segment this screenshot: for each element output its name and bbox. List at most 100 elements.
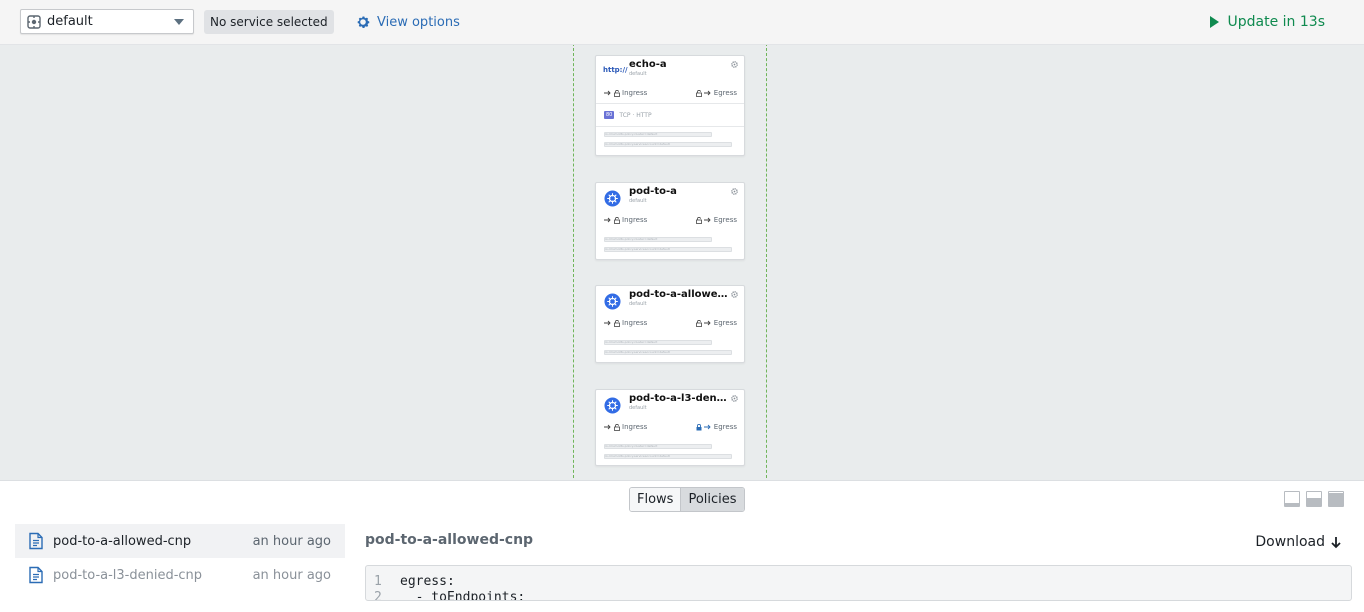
egress-indicator: Egress [695,216,737,224]
view-options-button[interactable]: View options [355,11,460,33]
policy-time: an hour ago [252,533,331,549]
arrow-right-icon [703,320,711,326]
unlock-icon [614,89,620,97]
ingress-indicator: Ingress [604,216,647,224]
label-chip: io.cilium.k8s.policy.cluster=default [604,444,712,449]
port-badge: 80 [604,111,615,119]
card-title: pod-to-a [629,186,677,197]
gear-icon [355,14,371,30]
card-labels: io.cilium.k8s.policy.cluster=default io.… [596,127,744,157]
play-icon [1209,16,1219,28]
card-labels: io.cilium.k8s.policy.cluster=default io.… [596,228,744,262]
unlock-icon [614,423,620,431]
egress-indicator: Egress [695,89,737,97]
label-chip: io.cilium.k8s.policy.serviceaccount=defa… [604,142,732,147]
card-namespace: default [629,405,647,411]
details-panel: Flows Policies pod-to-a-allowed-cnp an h… [0,480,1364,612]
namespace-icon [27,14,41,29]
code-text: - toEndpoints: [400,589,526,601]
panel-large-icon[interactable] [1328,491,1344,507]
card-namespace: default [629,301,647,307]
policy-list: pod-to-a-allowed-cnp an hour ago pod-to-… [15,524,345,592]
card-namespace: default [629,198,647,204]
card-title: pod-to-a-allowed-… [629,289,729,300]
top-bar: default No service selected View options… [0,0,1364,45]
gear-icon[interactable] [731,188,738,195]
unlock-icon [695,89,702,97]
service-card-pod-to-a-allowed[interactable]: pod-to-a-allowed-… default Ingress Egres… [595,285,745,363]
gear-icon[interactable] [731,395,738,402]
unlock-icon [695,216,702,224]
arrow-right-icon [604,320,611,326]
arrow-right-icon [703,217,711,223]
ingress-indicator: Ingress [604,319,647,327]
service-map[interactable]: http:// echo-a default Ingress Egress 80… [0,45,1364,480]
view-options-label: View options [377,14,460,30]
arrow-right-icon [604,90,611,96]
arrow-right-icon [703,424,711,430]
egress-indicator: Egress [696,423,737,431]
panel-medium-icon[interactable] [1306,491,1322,507]
egress-indicator: Egress [695,319,737,327]
kubernetes-icon [604,293,621,310]
arrow-down-icon [1330,536,1342,549]
chevron-down-icon [174,18,184,25]
protocol-row: 80 TCP · HTTP [596,103,744,127]
label-chip: io.cilium.k8s.policy.cluster=default [604,132,712,137]
unlock-icon [614,319,620,327]
policy-time: an hour ago [252,567,331,583]
code-text: egress: [400,573,455,589]
kubernetes-icon [604,397,621,414]
card-title: pod-to-a-l3-denie… [629,393,729,404]
namespace-value: default [47,14,93,29]
line-number: 1 [374,573,382,589]
card-namespace: default [629,71,647,77]
update-button[interactable]: Update in 13s [1209,11,1325,33]
ingress-indicator: Ingress [604,423,647,431]
policy-code-viewer[interactable]: 1 egress: 2 - toEndpoints: [365,565,1352,601]
panel-size-controls [1284,491,1344,507]
card-labels: io.cilium.k8s.policy.cluster=default io.… [596,331,744,365]
code-line: 1 egress: [366,573,1351,589]
policy-name: pod-to-a-l3-denied-cnp [53,567,203,583]
service-card-pod-to-a[interactable]: pod-to-a default Ingress Egress io.ciliu… [595,182,745,260]
download-button[interactable]: Download [1255,534,1342,550]
update-label: Update in 13s [1227,14,1325,30]
policy-name: pod-to-a-allowed-cnp [53,533,192,549]
policy-item[interactable]: pod-to-a-l3-denied-cnp an hour ago [15,558,345,592]
card-title: echo-a [629,59,667,70]
label-chip: io.cilium.k8s.policy.serviceaccount=defa… [604,350,732,355]
ingress-indicator: Ingress [604,89,647,97]
document-icon [27,566,45,584]
panel-small-icon[interactable] [1284,491,1300,507]
service-badge: No service selected [204,10,334,34]
arrow-right-icon [604,217,611,223]
line-number: 2 [374,589,382,601]
tab-policies[interactable]: Policies [680,488,744,511]
arrow-right-icon [604,424,611,430]
namespace-select[interactable]: default [20,9,194,34]
kubernetes-icon [604,190,621,207]
label-chip: io.cilium.k8s.policy.cluster=default [604,237,712,242]
panel-tabs: Flows Policies [629,487,745,512]
unlock-icon [695,319,702,327]
service-card-echo-a[interactable]: http:// echo-a default Ingress Egress 80… [595,55,745,156]
unlock-icon [614,216,620,224]
card-labels: io.cilium.k8s.policy.cluster=default io.… [596,435,744,469]
label-chip: io.cilium.k8s.policy.serviceaccount=defa… [604,454,732,459]
policy-title: pod-to-a-allowed-cnp [365,532,534,548]
code-line: 2 - toEndpoints: [366,589,1351,601]
download-label: Download [1255,534,1325,550]
arrow-right-icon [703,90,711,96]
gear-icon[interactable] [731,291,738,298]
policy-item[interactable]: pod-to-a-allowed-cnp an hour ago [15,524,345,558]
label-chip: io.cilium.k8s.policy.cluster=default [604,340,712,345]
http-badge-icon: http:// [603,66,628,74]
tab-flows[interactable]: Flows [630,488,681,511]
document-icon [27,532,45,550]
service-card-pod-to-a-l3-denied[interactable]: pod-to-a-l3-denie… default Ingress Egres… [595,389,745,466]
protocol-label: TCP · HTTP [619,111,652,119]
gear-icon[interactable] [731,61,738,68]
label-chip: io.cilium.k8s.policy.serviceaccount=defa… [604,247,732,252]
lock-icon [696,423,702,430]
